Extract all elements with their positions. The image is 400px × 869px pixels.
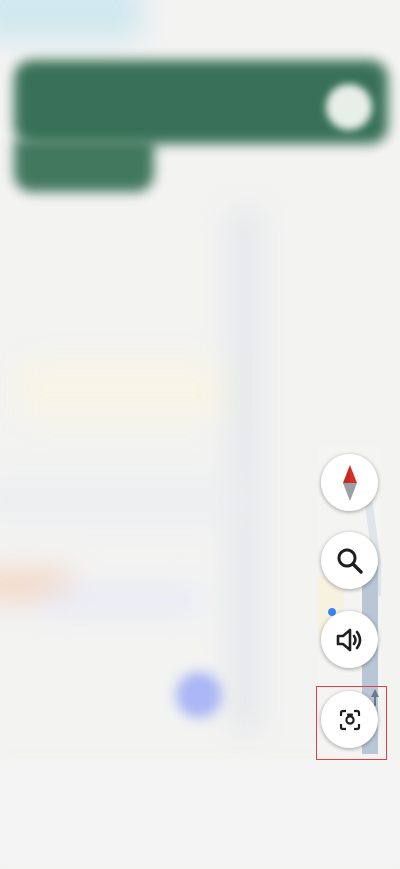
bottom-bar [0,760,400,869]
compass-button[interactable] [321,454,378,511]
volume-icon [336,628,361,651]
sound-button[interactable] [321,611,378,668]
selection-highlight [316,686,387,760]
current-location-dot [176,672,222,718]
search-icon [337,548,363,574]
search-button[interactable] [321,532,378,589]
compass-icon [342,464,357,501]
navigation-banner-tab [14,140,154,192]
banner-button-icon [326,84,372,130]
